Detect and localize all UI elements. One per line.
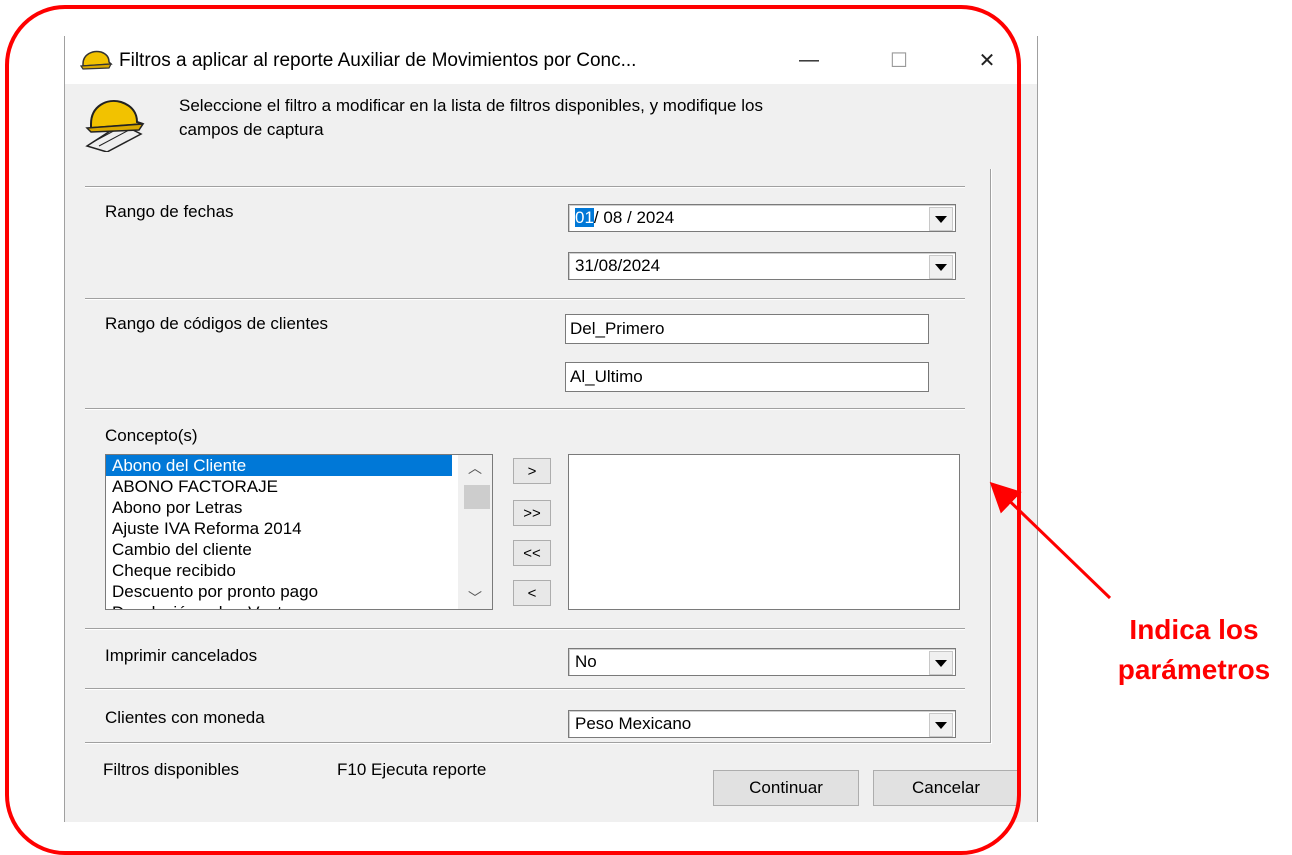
- client-codes-label: Rango de códigos de clientes: [105, 314, 329, 333]
- remove-concept-button[interactable]: <: [513, 580, 551, 606]
- divider: [85, 408, 965, 410]
- concepts-label: Concepto(s): [105, 426, 198, 445]
- scroll-thumb[interactable]: [464, 485, 490, 509]
- print-cancelled-label: Imprimir cancelados: [105, 646, 258, 665]
- list-item[interactable]: Cheque recibido: [106, 560, 452, 581]
- list-item[interactable]: Abono por Letras: [106, 497, 452, 518]
- hardhat-blueprint-icon: [81, 94, 153, 157]
- continue-button[interactable]: Continuar: [713, 770, 859, 806]
- divider: [85, 186, 965, 188]
- date-to-picker[interactable]: 31/08/2024: [568, 252, 956, 280]
- annotation-label: Indica los parámetros: [1117, 614, 1271, 685]
- currency-select[interactable]: Peso Mexicano: [568, 710, 956, 738]
- chevron-down-icon[interactable]: [929, 713, 953, 737]
- currency-label: Clientes con moneda: [105, 708, 265, 727]
- print-cancelled-select[interactable]: No: [568, 648, 956, 676]
- divider: [85, 298, 965, 300]
- date-day-segment[interactable]: 01: [575, 208, 594, 227]
- selected-concepts-list[interactable]: [568, 454, 960, 610]
- minimize-button[interactable]: —: [789, 46, 829, 74]
- chevron-down-icon[interactable]: [929, 651, 953, 675]
- hardhat-app-icon: [79, 48, 113, 77]
- list-item[interactable]: Ajuste IVA Reforma 2014: [106, 518, 452, 539]
- title-bar: Filtros a aplicar al reporte Auxiliar de…: [65, 36, 1037, 84]
- list-item[interactable]: Descuento por pronto pago: [106, 581, 452, 602]
- cancel-button[interactable]: Cancelar: [873, 770, 1019, 806]
- add-all-concepts-button[interactable]: >>: [513, 500, 551, 526]
- chevron-down-icon[interactable]: [929, 255, 953, 279]
- list-scrollbar[interactable]: ︿ ﹀: [458, 455, 492, 609]
- client-from-input[interactable]: [566, 315, 928, 343]
- remove-all-concepts-button[interactable]: <<: [513, 540, 551, 566]
- client-to-input[interactable]: [566, 363, 928, 391]
- date-range-label: Rango de fechas: [105, 202, 234, 221]
- list-item[interactable]: Abono del Cliente: [106, 455, 452, 476]
- window-title: Filtros a aplicar al reporte Auxiliar de…: [119, 50, 637, 71]
- list-item[interactable]: Cambio del cliente: [106, 539, 452, 560]
- date-from-picker[interactable]: 01/ 08 / 2024: [568, 204, 956, 232]
- list-item[interactable]: Devolución sobre Venta: [106, 602, 452, 609]
- filters-available-status: Filtros disponibles: [103, 760, 240, 779]
- close-button[interactable]: ✕: [967, 46, 1007, 74]
- add-concept-button[interactable]: >: [513, 458, 551, 484]
- list-item[interactable]: ABONO FACTORAJE: [106, 476, 452, 497]
- available-concepts-list[interactable]: Abono del Cliente ABONO FACTORAJE Abono …: [105, 454, 493, 610]
- instructions-text: Seleccione el filtro a modificar en la l…: [179, 96, 763, 139]
- scroll-down-icon[interactable]: ﹀: [458, 587, 492, 609]
- client-to-field[interactable]: [565, 362, 929, 392]
- divider: [85, 688, 965, 690]
- maximize-button[interactable]: ☐: [879, 46, 919, 74]
- client-from-field[interactable]: [565, 314, 929, 344]
- chevron-down-icon[interactable]: [929, 207, 953, 231]
- f10-hint: F10 Ejecuta reporte: [337, 760, 487, 779]
- divider: [85, 628, 965, 630]
- scroll-up-icon[interactable]: ︿: [458, 457, 492, 479]
- filters-dialog: Filtros a aplicar al reporte Auxiliar de…: [64, 36, 1038, 822]
